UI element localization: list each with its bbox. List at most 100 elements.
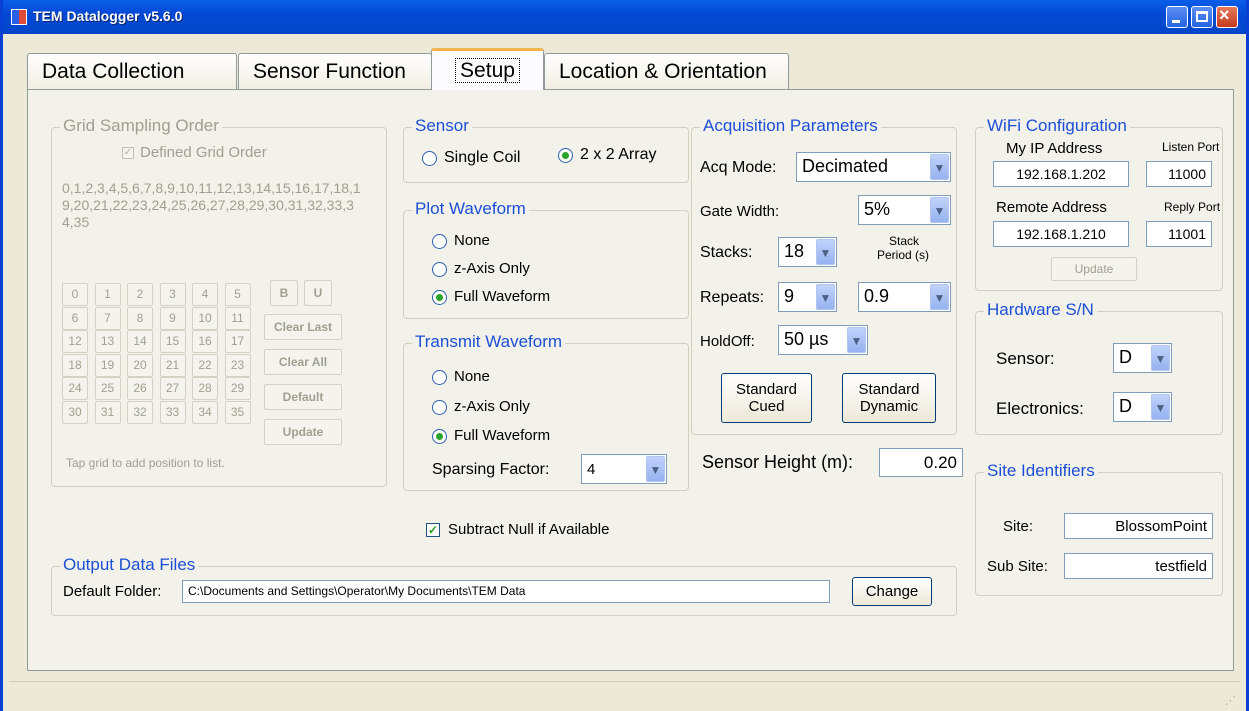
defined-grid-checkbox[interactable]: ✓	[122, 147, 134, 159]
grid-cell[interactable]: 15	[159, 330, 186, 353]
grid-cell[interactable]: 22	[192, 353, 218, 377]
sparsing-select[interactable]: 4 ▼	[581, 454, 667, 484]
array-radio[interactable]	[558, 148, 573, 163]
grid-cell[interactable]: 21	[159, 353, 186, 377]
listen-port-input[interactable]: 11000	[1146, 161, 1212, 187]
grid-cell[interactable]: 9	[159, 306, 186, 330]
grid-cell[interactable]: 4	[192, 283, 218, 306]
transmit-zaxis-radio[interactable]	[432, 400, 447, 415]
grid-cell[interactable]: 29	[224, 377, 251, 400]
u-button[interactable]: U	[304, 280, 332, 306]
single-coil-radio[interactable]	[422, 151, 437, 166]
site-input[interactable]: BlossomPoint	[1064, 513, 1213, 539]
my-ip-input[interactable]: 192.168.1.202	[993, 161, 1129, 187]
grid-cell[interactable]: 11	[224, 306, 251, 330]
maximize-icon	[1196, 11, 1208, 22]
grid-cell[interactable]: 7	[94, 306, 121, 330]
gate-width-label: Gate Width:	[700, 203, 780, 220]
reply-port-input[interactable]: 11001	[1146, 221, 1212, 247]
repeats-value: 9	[784, 286, 795, 306]
sensor-group: Sensor Single Coil 2 x 2 Array	[403, 116, 689, 183]
b-button[interactable]: B	[270, 280, 298, 306]
resize-grip-icon[interactable]: ⋰	[1225, 694, 1236, 707]
stack-period-select[interactable]: 0.9 ▼	[858, 282, 951, 312]
grid-cell[interactable]: 18	[62, 353, 88, 377]
default-button[interactable]: Default	[264, 384, 342, 410]
tab-setup[interactable]: Setup	[431, 48, 544, 90]
holdoff-select[interactable]: 50 µs ▼	[778, 325, 868, 355]
hw-sensor-select[interactable]: D ▼	[1113, 343, 1172, 373]
chevron-down-icon: ▼	[1151, 345, 1170, 371]
grid-cell[interactable]: 6	[62, 306, 88, 330]
gate-width-select[interactable]: 5% ▼	[858, 195, 951, 225]
grid-cell[interactable]: 26	[127, 377, 153, 400]
grid-cell[interactable]: 33	[159, 400, 186, 424]
default-folder-label: Default Folder:	[63, 583, 162, 600]
grid-cell[interactable]: 13	[94, 330, 121, 353]
plot-none-radio[interactable]	[432, 234, 447, 249]
plot-full-radio[interactable]	[432, 290, 447, 305]
repeats-select[interactable]: 9 ▼	[778, 282, 837, 312]
grid-cell[interactable]: 20	[127, 353, 153, 377]
maximize-button[interactable]	[1191, 6, 1213, 28]
acq-mode-value: Decimated	[802, 156, 889, 176]
grid-cell[interactable]: 0	[62, 283, 88, 306]
grid-cell[interactable]: 23	[224, 353, 251, 377]
chevron-down-icon: ▼	[930, 284, 949, 310]
stacks-select[interactable]: 18 ▼	[778, 237, 837, 267]
grid-cell[interactable]: 5	[224, 283, 251, 306]
stack-period-label-1: Stack	[889, 234, 920, 248]
clear-last-button[interactable]: Clear Last	[264, 314, 342, 340]
tab-location-orientation[interactable]: Location & Orientation	[544, 53, 789, 89]
grid-cell[interactable]: 3	[159, 283, 186, 306]
tab-data-collection[interactable]: Data Collection	[27, 53, 237, 89]
grid-cell[interactable]: 19	[94, 353, 121, 377]
grid-hint: Tap grid to add position to list.	[66, 456, 225, 470]
grid-cell[interactable]: 25	[94, 377, 121, 400]
hw-electronics-select[interactable]: D ▼	[1113, 392, 1172, 422]
grid-update-button[interactable]: Update	[264, 419, 342, 445]
change-folder-button[interactable]: Change	[852, 577, 932, 606]
hw-sensor-label: Sensor:	[996, 349, 1055, 368]
grid-cell[interactable]: 34	[192, 400, 218, 424]
sensor-height-input[interactable]: 0.20	[879, 448, 963, 477]
status-bar: ⋰	[9, 681, 1240, 711]
transmit-full-label: Full Waveform	[454, 427, 551, 444]
grid-cell[interactable]: 27	[159, 377, 186, 400]
grid-cell[interactable]: 10	[192, 306, 218, 330]
grid-cell[interactable]: 2	[127, 283, 153, 306]
wifi-update-button[interactable]: Update	[1051, 257, 1137, 281]
chevron-down-icon: ▼	[646, 456, 665, 482]
tab-sensor-function[interactable]: Sensor Function	[238, 53, 432, 89]
sub-site-label: Sub Site:	[987, 558, 1048, 575]
close-button[interactable]: ×	[1216, 5, 1238, 28]
grid-cell[interactable]: 1	[94, 283, 121, 306]
standard-dynamic-button[interactable]: Standard Dynamic	[842, 373, 936, 423]
grid-cell[interactable]: 16	[192, 330, 218, 353]
grid-cell[interactable]: 24	[62, 377, 88, 400]
gate-width-value: 5%	[864, 199, 891, 219]
sub-site-input[interactable]: testfield	[1064, 553, 1213, 579]
grid-cell[interactable]: 30	[62, 400, 88, 424]
acq-mode-select[interactable]: Decimated ▼	[796, 152, 951, 182]
grid-cell[interactable]: 32	[127, 400, 153, 424]
transmit-none-radio[interactable]	[432, 370, 447, 385]
plot-full-label: Full Waveform	[454, 288, 551, 305]
subtract-null-checkbox[interactable]: ✓	[426, 523, 440, 537]
minimize-button[interactable]	[1166, 6, 1188, 28]
remote-address-input[interactable]: 192.168.1.210	[993, 221, 1129, 247]
title-bar[interactable]: TEM Datalogger v5.6.0 ×	[3, 0, 1246, 34]
grid-cell[interactable]: 31	[94, 400, 121, 424]
stack-period-label-2: Period (s)	[877, 248, 930, 262]
standard-cued-button[interactable]: Standard Cued	[721, 373, 812, 423]
transmit-full-radio[interactable]	[432, 429, 447, 444]
grid-cell[interactable]: 8	[127, 306, 153, 330]
clear-all-button[interactable]: Clear All	[264, 349, 342, 375]
grid-cell[interactable]: 12	[62, 330, 88, 353]
plot-zaxis-radio[interactable]	[432, 262, 447, 277]
grid-cell[interactable]: 28	[192, 377, 218, 400]
grid-cell[interactable]: 17	[224, 330, 251, 353]
default-folder-input[interactable]: C:\Documents and Settings\Operator\My Do…	[182, 580, 830, 603]
grid-cell[interactable]: 35	[224, 400, 251, 424]
grid-cell[interactable]: 14	[127, 330, 153, 353]
